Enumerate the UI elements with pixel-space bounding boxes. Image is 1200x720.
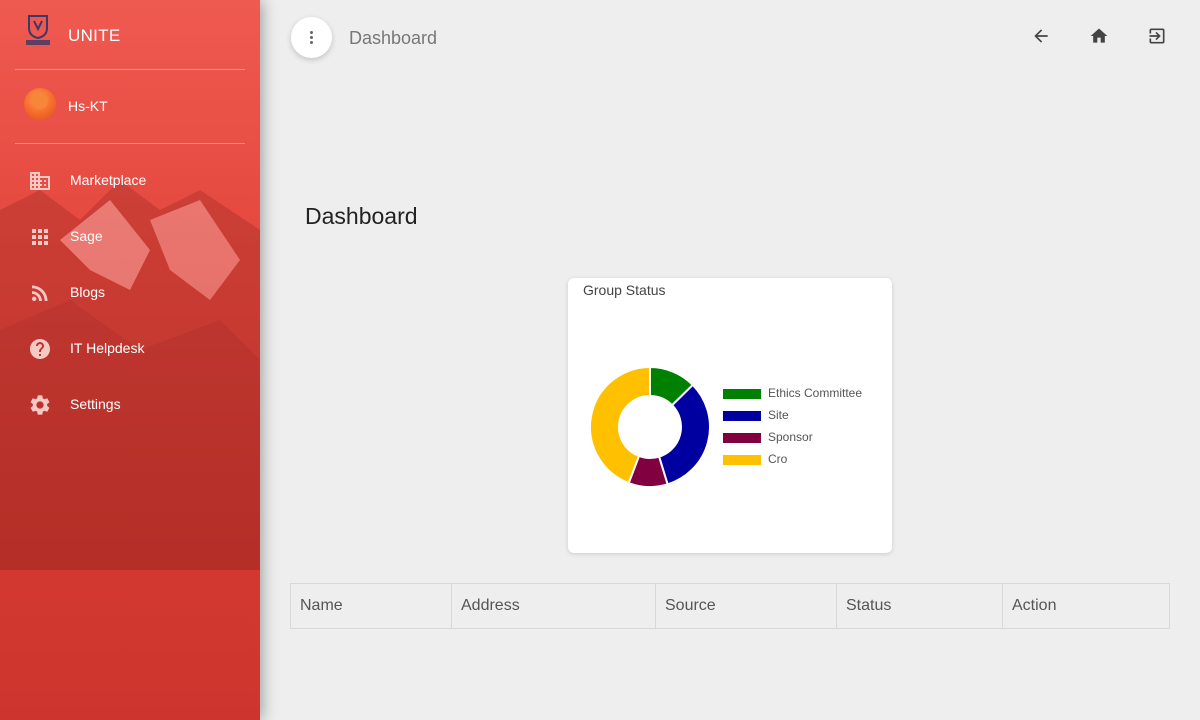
building-icon xyxy=(30,172,50,190)
page-title: Dashboard xyxy=(305,203,418,229)
sidebar-item-blogs[interactable]: Blogs xyxy=(0,271,260,315)
apps-grid-icon xyxy=(32,229,48,245)
legend-swatch xyxy=(723,455,761,465)
column-header-address[interactable]: Address xyxy=(452,584,656,628)
sidebar-item-settings[interactable]: Settings xyxy=(0,383,260,427)
sidebar-item-label: Marketplace xyxy=(70,172,147,188)
user-name: Hs-KT xyxy=(68,98,108,114)
kebab-dot xyxy=(310,31,313,34)
unite-logo-icon xyxy=(26,15,50,45)
legend-label: Sponsor xyxy=(768,430,813,444)
legend-label: Site xyxy=(768,408,789,422)
gear-icon xyxy=(30,395,50,415)
divider xyxy=(15,69,245,70)
topbar: Dashboard xyxy=(260,0,1200,76)
user-profile[interactable]: Hs-KT xyxy=(0,80,260,134)
rss-icon xyxy=(32,285,48,301)
sidebar-item-label: Settings xyxy=(70,396,121,412)
legend-swatch xyxy=(723,411,761,421)
divider xyxy=(15,143,245,144)
kebab-dot xyxy=(310,41,313,44)
column-header-action[interactable]: Action xyxy=(1003,584,1169,628)
legend-swatch xyxy=(723,433,761,443)
card-title: Group Status xyxy=(583,282,666,298)
avatar xyxy=(24,88,56,120)
legend-label: Ethics Committee xyxy=(768,386,863,400)
group-status-card: Group Status Ethics Committee Site Sponsor… xyxy=(568,278,892,553)
more-menu-button[interactable] xyxy=(291,17,332,58)
help-circle-icon xyxy=(30,339,50,359)
sidebar-item-label: Blogs xyxy=(70,284,106,300)
donut-chart xyxy=(589,365,711,488)
app-name: UNITE xyxy=(68,26,121,45)
column-header-name[interactable]: Name xyxy=(291,584,452,628)
sidebar: UNITE Hs-KT Marketplace Sage Blogs IT He… xyxy=(0,0,260,720)
sidebar-item-label: Sage xyxy=(70,228,103,244)
column-header-source[interactable]: Source xyxy=(656,584,837,628)
column-header-status[interactable]: Status xyxy=(837,584,1003,628)
brand[interactable]: UNITE xyxy=(0,0,260,70)
home-icon[interactable] xyxy=(1089,26,1109,46)
legend-label: Cro xyxy=(768,452,788,466)
sidebar-item-it-helpdesk[interactable]: IT Helpdesk xyxy=(0,327,260,371)
sidebar-item-sage[interactable]: Sage xyxy=(0,215,260,259)
topbar-title: Dashboard xyxy=(349,28,438,48)
legend-swatch xyxy=(723,389,761,399)
data-table: Name Address Source Status Action xyxy=(290,583,1170,629)
logout-icon[interactable] xyxy=(1147,26,1167,46)
kebab-dot xyxy=(310,36,313,39)
sidebar-item-label: IT Helpdesk xyxy=(70,340,145,356)
back-arrow-icon[interactable] xyxy=(1031,26,1051,46)
sidebar-item-marketplace[interactable]: Marketplace xyxy=(0,159,260,203)
